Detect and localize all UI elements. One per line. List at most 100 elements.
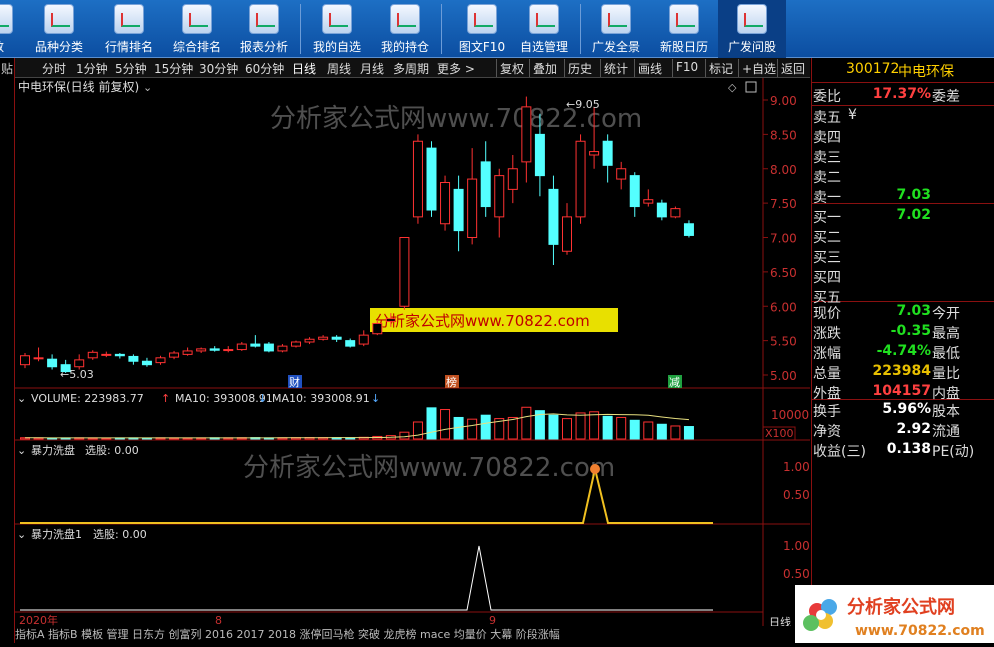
period-7[interactable]: 周线 [327,60,351,77]
y-tick-label: 6.00 [770,300,797,314]
diamond-icon: ◇ [728,81,737,94]
watermark-mid: 分析家公式网www.70822.com [243,453,615,483]
chart-tool-4[interactable]: 画线 [638,60,662,77]
period-bar-divider [529,59,530,77]
quote-right-label: PE(动) [932,444,975,460]
candle-body [426,147,437,211]
quote-label: 收益(三) [813,444,866,460]
candle-body [358,334,369,345]
kline-chart[interactable]: 中电环保(日线 前复权) ⌄ ◇ 分析家公式网www.70822.com 分析家公式网w… [15,78,810,633]
chart-tool-2[interactable]: 历史 [568,60,592,77]
toolbar-label: 我的持仓 [380,40,429,54]
period-5[interactable]: 60分钟 [245,60,284,77]
event-tag: 榜 [446,375,457,389]
logo-url: www.70822.com [855,623,985,639]
quote-label: 买四 [813,270,841,286]
report-icon [249,4,279,34]
volume-unit: X100 [765,427,794,440]
ind2-select: 选股: 0.00 [93,528,147,541]
candle-body [236,343,247,351]
chart-tool-7[interactable]: +自选 [742,60,776,77]
chart-title: 中电环保(日线 前复权) [18,79,139,94]
chart-tool-8[interactable]: 返回 [781,60,805,77]
period-2[interactable]: 5分钟 [115,60,147,77]
toolbar-button-11[interactable]: 广发问股 [718,0,786,58]
volume-bar [575,412,586,440]
calendar-icon [669,4,699,34]
toolbar-button-9[interactable]: 广发全景 [582,0,650,58]
quote-row: 现价 7.03 今开 [812,302,994,322]
quote-label: 卖四 [813,130,841,146]
logo-text: 分析家公式网 [847,596,955,618]
quote-row: 卖二 [812,166,994,186]
quote-value: 223984 [872,363,931,379]
candle-body [101,353,112,356]
period-1[interactable]: 1分钟 [76,60,108,77]
chart-tool-3[interactable]: 统计 [604,60,628,77]
left-strip: 贴 [0,58,15,643]
quote-right-label: 最低 [932,346,960,362]
quote-row: 买三 [812,246,994,266]
period-bar-divider [777,59,778,77]
main-toolbar: 数品种分类行情排名综合排名报表分析我的自选我的持仓图文F10自选管理广发全景新股… [0,0,994,58]
candle-body [223,349,234,352]
toolbar-button-2[interactable]: 行情排名 [95,0,163,58]
candle-body [656,202,667,218]
quote-row: 卖五 ¥ [812,106,994,126]
volume-bar [440,409,451,440]
bottom-tabs[interactable]: 指标A 指标B 模板 管理 日东方 创富列 2016 2017 2018 涨停回… [15,626,795,643]
toolbar-button-4[interactable]: 报表分析 [230,0,298,58]
chart-tool-5[interactable]: F10 [676,60,698,74]
chart-tool-6[interactable]: 标记 [709,60,733,77]
candle-body [155,357,166,364]
period-8[interactable]: 月线 [360,60,384,77]
period-10[interactable]: 更多 > [437,60,475,77]
volume-bar [616,416,627,440]
y-tick-label: 9.00 [770,94,797,108]
volume-bar [670,425,681,440]
toolbar-button-8[interactable]: 自选管理 [510,0,578,58]
candle-body [291,341,301,347]
toolbar-button-7[interactable]: 图文F10 [448,0,516,58]
volume-title-icon: ⌄ [17,392,26,405]
toolbar-button-5[interactable]: 我的自选 [303,0,371,58]
toolbar-separator [300,4,301,54]
toolbar-label: 自选管理 [519,40,568,54]
currency-icon: ¥ [848,107,857,123]
candle-body [683,223,694,236]
volume-bar [629,419,640,440]
candle-body [629,175,640,208]
candle-body [480,161,491,208]
period-9[interactable]: 多周期 [393,60,429,77]
toolbar-button-6[interactable]: 我的持仓 [371,0,439,58]
chart-tool-1[interactable]: 叠加 [533,60,557,77]
price-low-label: ←5.03 [60,368,94,381]
quote-panel: 300172 中电环保 委比 17.37% 委差 卖五 ¥ 卖四 卖三 卖二 卖一 7.03 买一 7.0… [811,58,994,643]
menu-icon [0,4,13,34]
candle-body [47,358,58,368]
volume-label: VOLUME: 223983.77 [31,392,144,405]
toolbar-button-3[interactable]: 综合排名 [163,0,231,58]
y-tick-label: 5.00 [770,369,797,383]
candle-body [548,188,559,245]
ind2-dropdown-icon: ⌄ [17,528,26,541]
candle-body [33,357,44,360]
toolbar-button-10[interactable]: 新股日历 [650,0,718,58]
stock-code: 300172 [846,61,900,77]
period-bar-divider [600,59,601,77]
period-6[interactable]: 日线 [292,60,316,77]
quote-row: 卖一 7.03 [812,186,994,206]
toolbar-button-1[interactable]: 品种分类 [25,0,93,58]
quote-value: 7.03 [896,303,931,319]
quote-label: 买二 [813,230,841,246]
ind1-tick-1: 1.00 [783,460,810,474]
period-3[interactable]: 15分钟 [154,60,193,77]
candle-body [589,151,600,156]
period-4[interactable]: 30分钟 [199,60,238,77]
period-0[interactable]: 分时 [42,60,66,77]
y-tick-label: 7.50 [770,197,797,211]
volume-bar [562,418,572,440]
ind1-label: 暴力洗盘 [31,443,75,457]
chart-tool-0[interactable]: 复权 [500,60,524,77]
quote-label: 卖五 [813,110,841,126]
